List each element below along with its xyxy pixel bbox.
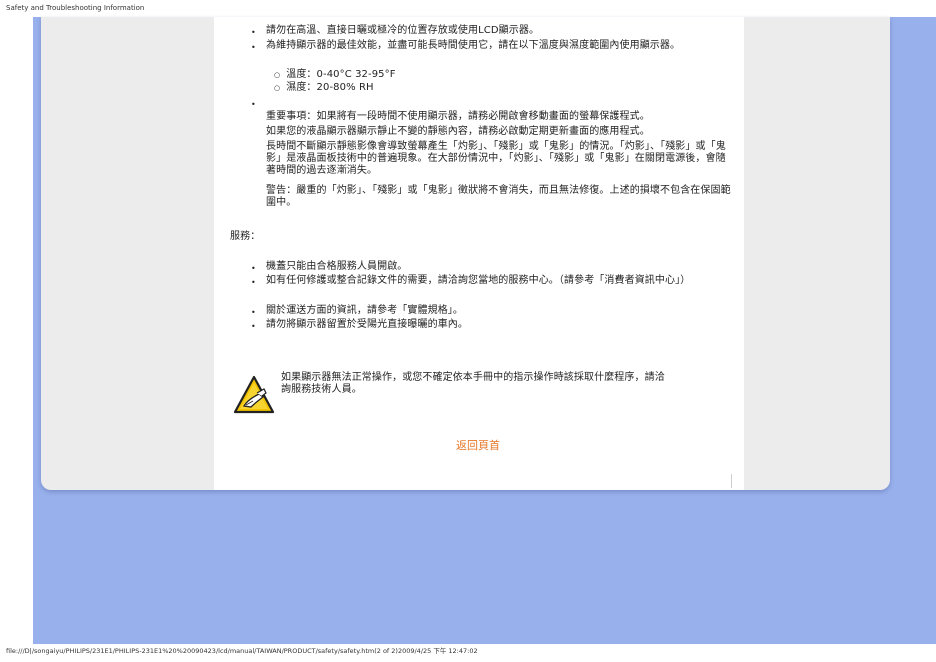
bullet-dot: • — [251, 43, 256, 52]
services-heading: 服務： — [230, 231, 261, 242]
list-item: 如有任何修護或整合記錄文件的需要，請洽詢您當地的服務中心。（請參考「消費者資訊中… — [266, 275, 691, 286]
warning-message: 如果顯示器無法正常操作，或您不確定依本手冊中的指示操作時該採取什麼程序，請洽詢服… — [281, 372, 665, 395]
print-footer: file:///D|/songaiyu/PHILIPS/231E1/PHILIP… — [6, 647, 478, 655]
important-note-paragraph: 長時間不斷顯示靜態影像會導致螢幕產生「灼影」、「殘影」或「鬼影」的情況。「灼影」… — [266, 141, 726, 176]
bullet-dot: • — [251, 264, 256, 273]
circle-bullet-icon: ○ — [274, 84, 281, 92]
warning-triangle-hand-icon — [233, 375, 275, 414]
bullet-dot: • — [251, 100, 256, 109]
list-item: 請勿在高溫、直接日曬或極冷的位置存放或使用LCD顯示器。 — [266, 25, 540, 36]
warning-paragraph: 警告：嚴重的「灼影」、「殘影」或「鬼影」徵狀將不會消失，而且無法修復。上述的損壞… — [266, 185, 731, 208]
bullet-dot: • — [251, 278, 256, 287]
list-item: 請勿將顯示器留置於受陽光直接曝曬的車內。 — [266, 319, 468, 330]
list-item: 關於運送方面的資訊，請參考「實體規格」。 — [266, 305, 463, 316]
condition-temperature: ○ 溫度：0-40°C 32-95°F — [274, 69, 396, 81]
important-note-line: 如果您的液晶顯示器顯示靜止不變的靜態內容，請務必啟動定期更新畫面的應用程式。 — [266, 126, 650, 137]
important-note-line: 重要事項：如果將有一段時間不使用顯示器，請務必開啟會移動畫面的螢幕保護程式。 — [266, 111, 650, 122]
condition-text: 溫度：0-40°C 32-95°F — [286, 69, 396, 80]
condition-humidity: ○ 濕度：20-80% RH — [274, 82, 374, 94]
bullet-dot: • — [251, 322, 256, 331]
print-header: Safety and Troubleshooting Information — [6, 4, 145, 12]
bullet-dot: • — [251, 308, 256, 317]
list-item: 為維持顯示器的最佳效能，並盡可能長時間使用它，請在以下溫度與濕度範圍內使用顯示器… — [266, 40, 681, 51]
list-item: 機蓋只能由合格服務人員開啟。 — [266, 261, 408, 272]
content-divider — [731, 474, 732, 488]
back-to-top-link[interactable]: 返回頁首 — [456, 437, 500, 453]
circle-bullet-icon: ○ — [274, 71, 281, 79]
condition-text: 濕度：20-80% RH — [286, 82, 374, 93]
bullet-dot: • — [251, 28, 256, 37]
